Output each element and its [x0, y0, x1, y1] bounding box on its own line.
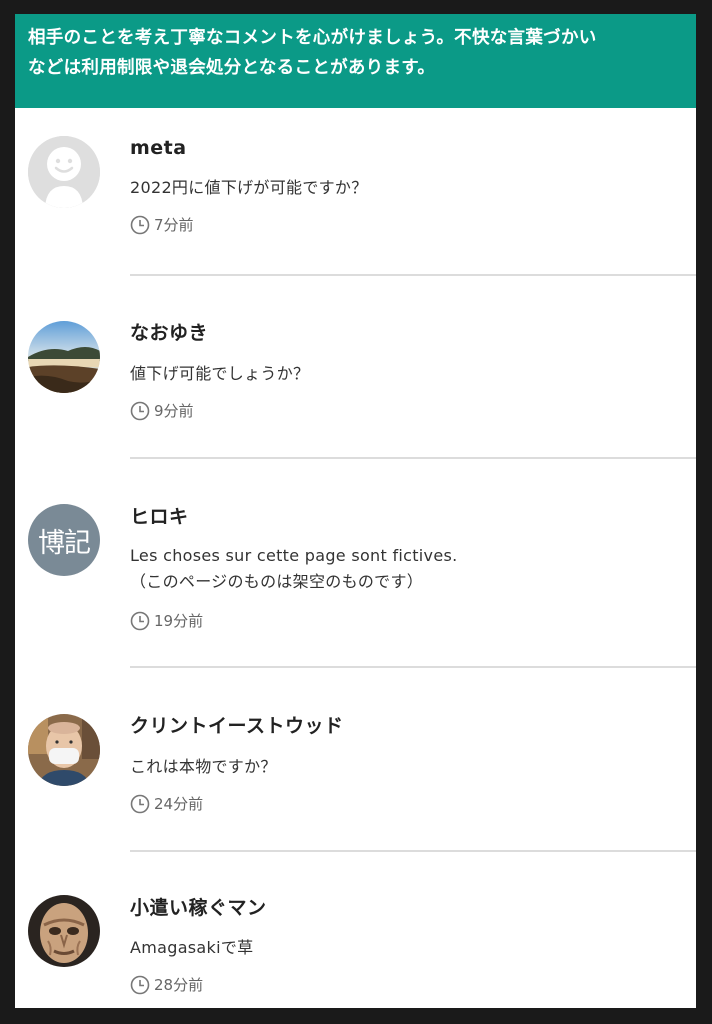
avatar[interactable]	[28, 714, 100, 786]
comment-time: 19分前	[130, 611, 696, 631]
comment-text-line: （このページのものは架空のものです）	[130, 572, 424, 591]
comment-time: 28分前	[130, 975, 696, 995]
comment-text: これは本物ですか？	[130, 757, 277, 776]
default-user-icon	[28, 136, 100, 208]
comment-item: 博記 ヒロキ Les choses sur cette page sont fi…	[15, 471, 696, 681]
mask-photo	[28, 895, 100, 967]
avatar-text: 博記	[38, 527, 91, 559]
clock-icon	[130, 401, 150, 421]
commenter-name[interactable]: なおゆき	[130, 321, 696, 345]
notice-line-2: などは利用制限や退会処分となることがあります。	[28, 58, 436, 78]
avatar[interactable]	[28, 895, 100, 967]
divider	[130, 850, 696, 852]
comment-time-label: 24分前	[154, 795, 204, 813]
comment-time: 9分前	[130, 401, 696, 421]
commenter-name[interactable]: 小遣い稼ぐマン	[130, 896, 696, 920]
comment-time-label: 28分前	[154, 976, 204, 994]
notice-line-1: 相手のことを考え丁寧なコメントを心がけましょう。不快な言葉づかい	[28, 28, 597, 48]
comment-text: Amagasakiで草	[130, 938, 254, 957]
clock-icon	[130, 611, 150, 631]
commenter-name[interactable]: ヒロキ	[130, 505, 696, 529]
commenter-name[interactable]: meta	[130, 136, 696, 160]
divider	[130, 666, 696, 668]
landscape-photo	[28, 321, 100, 393]
comment-item: meta 2022円に値下げが可能ですか？ 7分前	[15, 108, 696, 288]
avatar[interactable]	[28, 136, 100, 208]
clock-icon	[130, 215, 150, 235]
comment-time: 24分前	[130, 794, 696, 814]
clock-icon	[130, 975, 150, 995]
comment-text-line: Les choses sur cette page sont fictives.	[130, 546, 458, 565]
comment-panel: 相手のことを考え丁寧なコメントを心がけましょう。不快な言葉づかい などは利用制限…	[15, 14, 696, 1008]
clock-icon	[130, 794, 150, 814]
person-photo	[28, 714, 100, 786]
avatar[interactable]: 博記	[28, 504, 100, 576]
comment-time-label: 19分前	[154, 612, 204, 630]
comment-time: 7分前	[130, 215, 696, 235]
comment-guideline-notice: 相手のことを考え丁寧なコメントを心がけましょう。不快な言葉づかい などは利用制限…	[15, 14, 696, 108]
avatar[interactable]	[28, 321, 100, 393]
comment-item: クリントイーストウッド これは本物ですか？ 24分前	[15, 681, 696, 865]
comment-item: なおゆき 値下げ可能でしょうか？ 9分前	[15, 288, 696, 471]
comment-time-label: 9分前	[154, 402, 194, 420]
comment-text: 2022円に値下げが可能ですか？	[130, 178, 368, 197]
divider	[130, 274, 696, 276]
comment-item: 小遣い稼ぐマン Amagasakiで草 28分前	[15, 865, 696, 1008]
comment-text: Les choses sur cette page sont fictives.…	[130, 543, 696, 595]
comment-text: 値下げ可能でしょうか？	[130, 364, 310, 383]
divider	[130, 457, 696, 459]
comment-list: meta 2022円に値下げが可能ですか？ 7分前 なおゆき 値下げ可能でしょう…	[15, 108, 696, 1008]
comment-time-label: 7分前	[154, 216, 194, 234]
commenter-name[interactable]: クリントイーストウッド	[130, 714, 696, 738]
